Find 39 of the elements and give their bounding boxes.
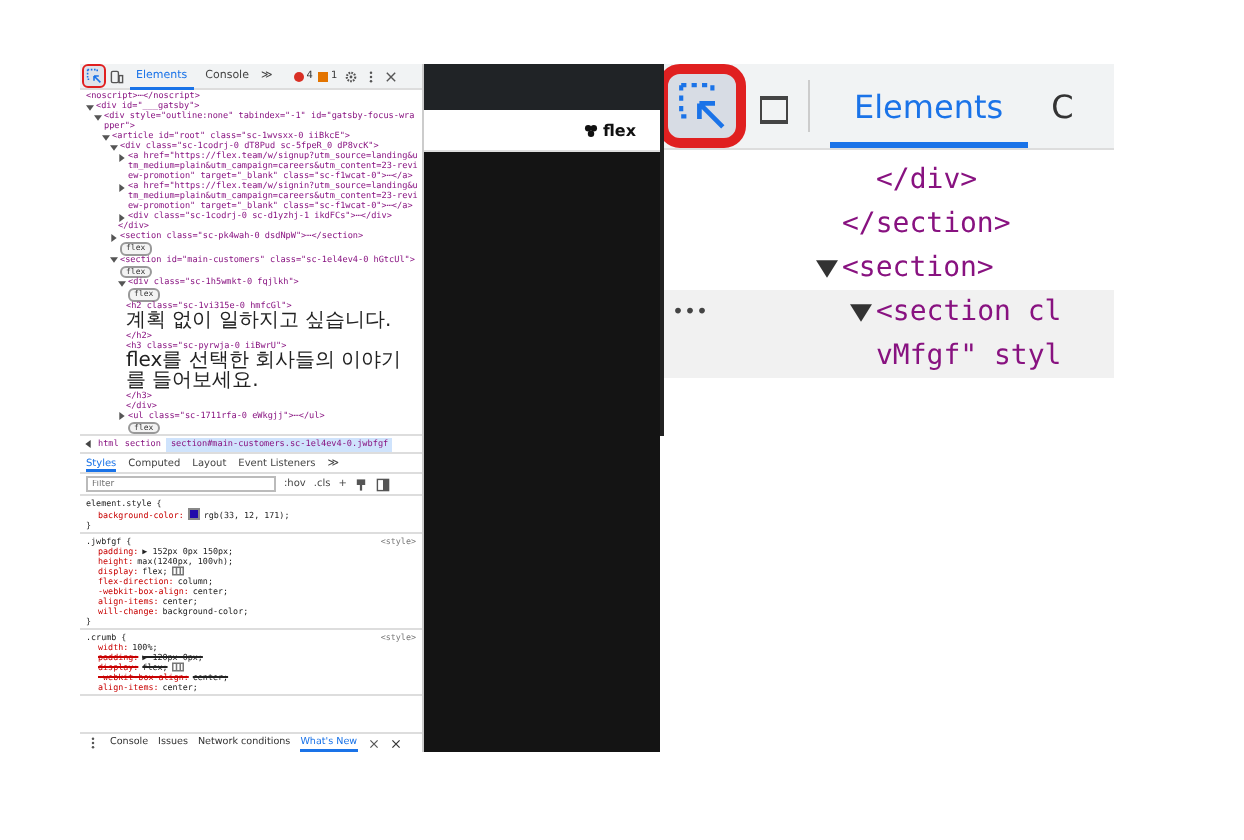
disclosure-triangle-icon[interactable] — [118, 183, 126, 191]
flexbox-editor-icon[interactable] — [171, 566, 184, 576]
logo-icon — [584, 123, 599, 137]
settings-icon[interactable] — [343, 69, 358, 83]
disclosure-triangle-icon[interactable] — [94, 113, 102, 121]
html-tag-line: <section> — [842, 252, 994, 284]
logo-text: flex — [602, 121, 636, 139]
html-attribute-text: vMfgf" styl — [876, 340, 1062, 372]
paint-icon[interactable] — [354, 477, 369, 491]
inspect-element-button[interactable] — [668, 74, 736, 138]
more-dots[interactable]: ••• — [672, 301, 709, 323]
disclosure-triangle-icon[interactable] — [86, 103, 94, 111]
heading-text: flex를 선택한 회사들의 이야기를 들어보세요. — [126, 351, 404, 391]
scroll-left-icon[interactable] — [84, 440, 92, 448]
disclosure-triangle-icon[interactable] — [118, 213, 126, 221]
disclosure-triangle-icon[interactable] — [850, 301, 872, 323]
flexbox-editor-icon[interactable] — [171, 662, 184, 672]
kebab-menu-icon[interactable] — [86, 736, 100, 750]
disclosure-triangle-icon[interactable] — [118, 412, 126, 420]
disclosure-triangle-icon[interactable] — [118, 279, 126, 287]
close-icon[interactable] — [383, 69, 398, 83]
inspect-element-button[interactable] — [84, 66, 104, 86]
disclosure-triangle-icon[interactable] — [816, 257, 838, 279]
disclosure-triangle-icon[interactable] — [102, 133, 110, 141]
panel-tab[interactable]: C — [1027, 64, 1098, 148]
heading-text: 계획 없이 일하지고 싶습니다. — [126, 311, 392, 331]
disclosure-triangle-icon[interactable] — [118, 153, 126, 161]
disclosure-triangle-icon[interactable] — [110, 233, 118, 241]
color-swatch[interactable] — [187, 508, 200, 520]
html-tag-line: </div> — [876, 164, 978, 196]
panel-tab[interactable]: Elements — [830, 64, 1028, 148]
sidebar-toggle-icon[interactable] — [376, 477, 391, 491]
close-icon[interactable] — [389, 737, 402, 749]
html-tag-line: </section> — [842, 208, 1011, 240]
disclosure-triangle-icon[interactable] — [110, 256, 118, 264]
html-tag-line: <section cl — [876, 296, 1062, 328]
device-toolbar-icon[interactable] — [110, 69, 124, 83]
disclosure-triangle-icon[interactable] — [110, 143, 118, 151]
close-icon[interactable] — [367, 737, 380, 749]
